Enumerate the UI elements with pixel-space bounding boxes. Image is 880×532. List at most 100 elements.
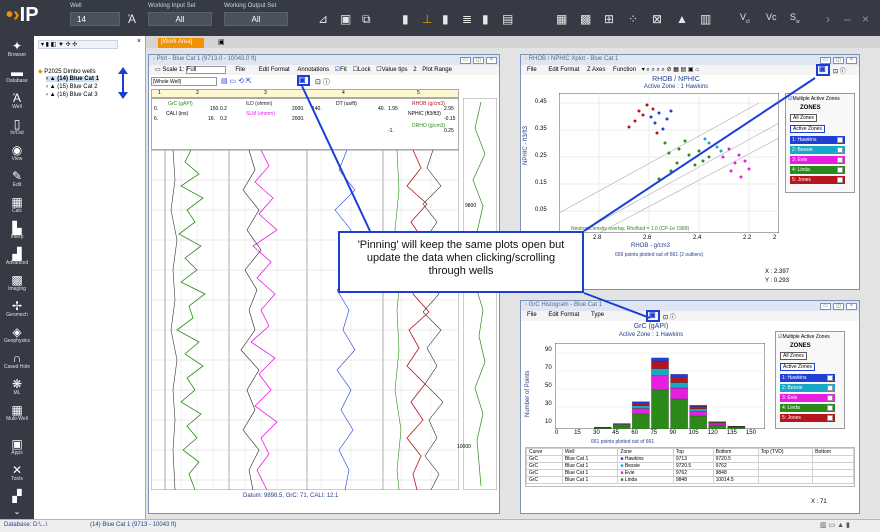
sidebar-scroll-down[interactable]: ⌄ <box>0 506 34 518</box>
curve-label-drho[interactable]: DRHO (g/cm3) <box>412 123 445 129</box>
sidebar-item-browser[interactable]: ✦ Browser <box>0 40 34 58</box>
multiple-zones-checkbox[interactable]: ☑Multiple Active Zones <box>778 334 830 340</box>
track-icon[interactable]: ▮ <box>482 12 489 26</box>
zone-checkbox[interactable] <box>827 415 833 421</box>
zone-bessie[interactable]: 2: Bessie <box>790 146 845 154</box>
sidebar-item-geophysics[interactable]: ◈ Geophysics <box>0 326 34 344</box>
curve-label-dt[interactable]: DT (us/ft) <box>336 101 357 107</box>
close-icon[interactable]: × <box>862 12 869 26</box>
sidebar-item-advanced[interactable]: ▟ Advanced <box>0 248 34 266</box>
curve-label-grc[interactable]: GrC (gAPI) <box>168 101 193 107</box>
minimize-icon[interactable]: – <box>844 12 851 26</box>
input-set-field[interactable]: All <box>148 12 212 26</box>
mountain-icon[interactable]: ▲ <box>676 12 688 26</box>
well-field[interactable]: 14 <box>70 12 120 26</box>
minimize-button[interactable]: ▭ <box>820 57 831 64</box>
well-info-icon[interactable]: Ά <box>128 12 136 26</box>
log-plot-icon[interactable]: ▮ <box>402 12 409 26</box>
tree-filter-icon[interactable]: ▾ ▮ ◧ ▼ ✣ ✣ <box>41 41 77 48</box>
range-select[interactable]: [Whole Well] <box>151 77 217 86</box>
curve-label-rhob[interactable]: RHOB (g/cm3) <box>412 101 445 107</box>
zone-checkbox[interactable] <box>827 395 833 401</box>
histogram-chart[interactable] <box>555 343 765 429</box>
crossplot-icon[interactable]: ⊿ <box>318 12 328 26</box>
table-row[interactable]: GrC Blue Cat 1 ■ Hawkins 9713 9720.5 <box>526 455 854 463</box>
multiplot-icon[interactable]: ⊞ <box>604 12 614 26</box>
zone-checkbox[interactable] <box>837 157 843 163</box>
menu-plot-range[interactable]: Plot Range <box>422 67 452 73</box>
table-row[interactable]: GrC Blue Cat 1 ■ Evie 9762 9848 <box>526 469 854 477</box>
sidebar-item-tools[interactable]: ✕ Tools <box>0 464 34 482</box>
active-zones-button[interactable]: Active Zones <box>790 125 825 133</box>
sidebar-item-ml[interactable]: ❋ ML <box>0 378 34 396</box>
bar-icon[interactable]: ▤ <box>502 12 513 26</box>
tree-item-blue-cat-1[interactable]: › ▲ (14) Blue Cat 1 <box>46 76 99 82</box>
output-set-field[interactable]: All <box>224 12 288 26</box>
all-zones-button[interactable]: All Zones <box>790 114 817 122</box>
close-button[interactable]: × <box>486 57 497 64</box>
menu-type[interactable]: Type <box>591 312 604 318</box>
menu-file[interactable]: File <box>527 67 537 73</box>
minimize-button[interactable]: ▭ <box>460 57 471 64</box>
stack-icon[interactable]: ≣ <box>462 12 472 26</box>
new-tab-icon[interactable]: ▣ <box>218 38 225 46</box>
close-button[interactable]: × <box>846 57 857 64</box>
overview-track[interactable] <box>463 98 497 490</box>
status-icons[interactable]: ▥ ▭ ▲ ▮ <box>820 521 850 529</box>
grid-icon[interactable]: ▦ <box>556 12 567 26</box>
menu-edit-format[interactable]: Edit Format <box>548 67 579 73</box>
menu-file[interactable]: File <box>235 67 245 73</box>
zone-checkbox[interactable] <box>827 385 833 391</box>
spreadsheet-icon[interactable]: ▥ <box>700 12 711 26</box>
settings-icon[interactable]: ⊡ ⓘ <box>663 312 676 321</box>
maximize-button[interactable]: ◫ <box>473 57 484 64</box>
maximize-button[interactable]: ◫ <box>833 57 844 64</box>
zone-jones[interactable]: 5: Jones <box>790 176 845 184</box>
zoom-tool-icons[interactable]: ▾ ⌕ ⌕ ⌕ ⌕ ⊘ ▦ ▤ ▣ ⌂ <box>642 67 699 73</box>
curve-label-cali[interactable]: CALI (ins) <box>166 111 188 117</box>
table-row[interactable]: GrC Blue Cat 1 ■ Bessie 9720.5 9762 <box>526 462 854 470</box>
zone-checkbox[interactable] <box>837 137 843 143</box>
tab-work-area[interactable]: [Work Area] <box>158 38 204 48</box>
scatter-icon[interactable]: ⁘ <box>628 12 638 26</box>
menu-edit-format[interactable]: Edit Format <box>548 312 579 318</box>
output-set-selector[interactable]: Working Output Set All <box>224 3 294 26</box>
tree-item-blue-cat-2[interactable]: › ▲ (15) Blue Cat 2 <box>46 84 98 90</box>
minimize-button[interactable]: ▭ <box>820 303 831 310</box>
menu-file[interactable]: File <box>527 312 537 318</box>
sw-button[interactable]: Sw <box>790 12 800 25</box>
save-icon[interactable]: ▣ <box>340 12 351 26</box>
curve-label-nphic[interactable]: NPHIC (ft3/ft3) <box>408 111 441 117</box>
tree-item-blue-cat-3[interactable]: › ▲ (16) Blue Cat 3 <box>46 92 98 98</box>
close-button[interactable]: × <box>846 303 857 310</box>
menu-z-axes[interactable]: Z Axes <box>587 67 605 73</box>
log-tracks[interactable] <box>151 150 459 490</box>
tree-root[interactable]: ◆ P2025 Dimbo wells <box>38 68 96 75</box>
histogram-icon[interactable]: ⊥ <box>422 12 432 26</box>
sidebar-item-multi-well[interactable]: ▦ Multi-Well <box>0 404 34 422</box>
settings-icon[interactable]: ⊡ ⓘ <box>315 77 330 87</box>
depth-plot-icon[interactable]: ▮ <box>442 12 449 26</box>
xplot-chart[interactable] <box>559 93 779 233</box>
curve-label-ild[interactable]: ILD (ohmm) <box>246 101 272 107</box>
zone-checkbox[interactable] <box>837 177 843 183</box>
multiple-zones-checkbox[interactable]: ☑Multiple Active Zones <box>788 96 840 102</box>
vsh-button[interactable]: Vcl <box>740 12 750 25</box>
zone-checkbox[interactable] <box>837 167 843 173</box>
sidebar-item-apps[interactable]: ▣ Apps <box>0 438 34 456</box>
sidebar-item-database[interactable]: ▬ Database <box>0 66 34 84</box>
zone-evie[interactable]: 3: Evie <box>790 156 845 164</box>
zone-checkbox[interactable] <box>837 147 843 153</box>
settings-icon[interactable]: ⊡ ⓘ <box>833 66 846 75</box>
sidebar-item-view[interactable]: ◉ View <box>0 144 34 162</box>
menu-annotations[interactable]: Annotations <box>297 67 329 73</box>
zone-linda[interactable]: 4: Linda <box>780 404 835 412</box>
sidebar-item-cased-hole[interactable]: ∩ Cased Hole <box>0 352 34 370</box>
well-selector[interactable]: Well 14 <box>70 3 130 26</box>
zone-checkbox[interactable] <box>827 375 833 381</box>
maximize-button[interactable]: ◫ <box>833 303 844 310</box>
zone-hawkins[interactable]: 1: Hawkins <box>790 136 845 144</box>
sidebar-item-imaging[interactable]: ▩ Imaging <box>0 274 34 292</box>
scale-select[interactable]: Full <box>185 66 226 74</box>
vcl-button[interactable]: Vc <box>766 12 777 22</box>
